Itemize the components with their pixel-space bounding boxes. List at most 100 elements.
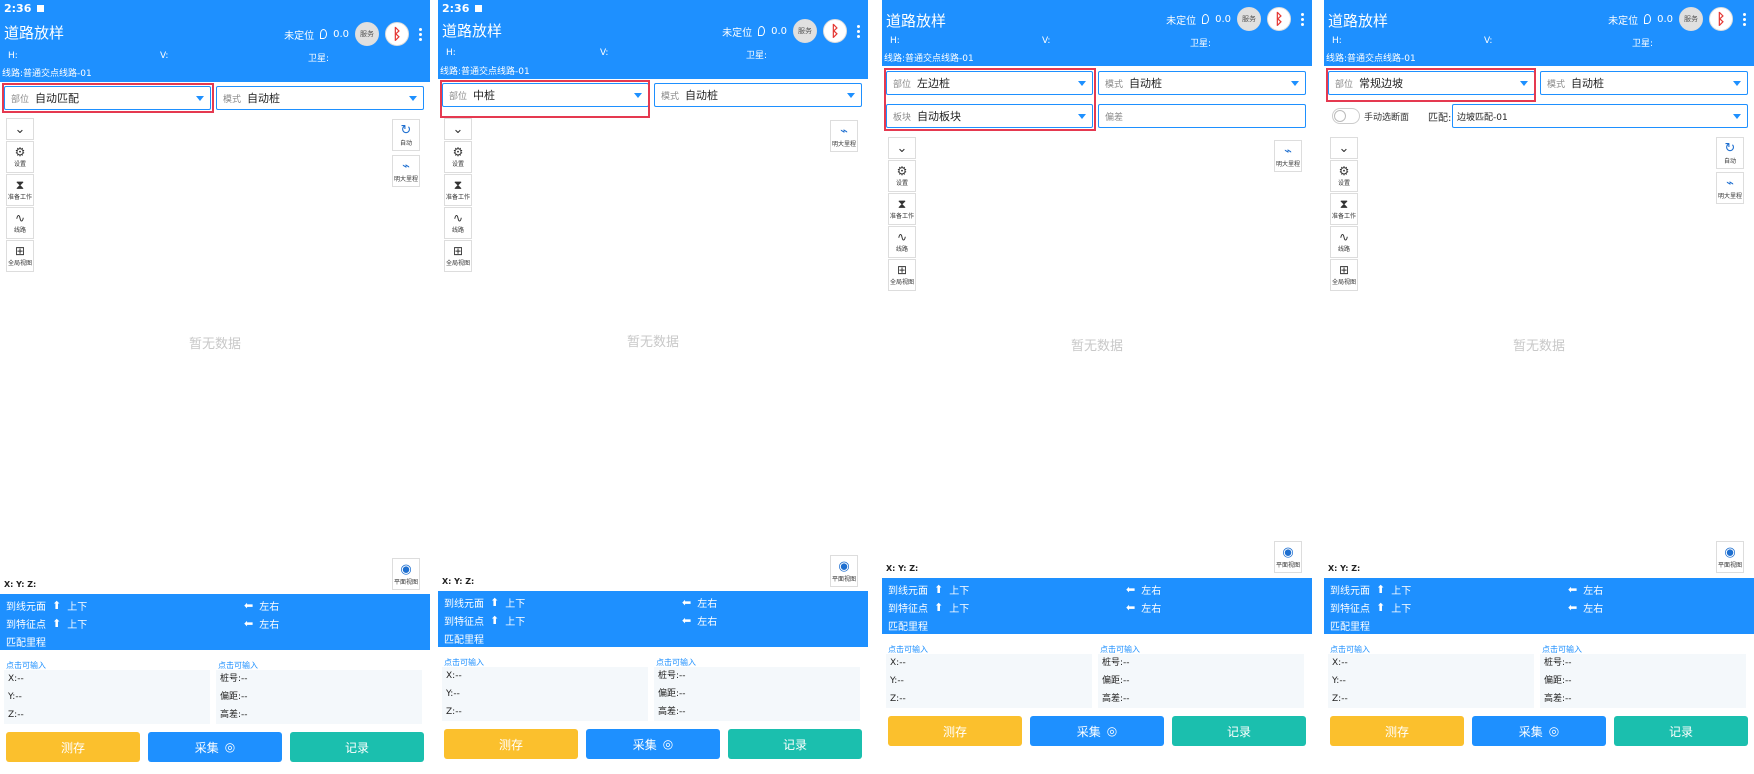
coord-input-box[interactable]: X:-- Y:-- Z:-- <box>4 670 210 724</box>
prep-label: 准备工作 <box>445 194 470 201</box>
mileage-button[interactable]: ⌁ 明大里程 <box>830 120 858 152</box>
mileage-button[interactable]: ⌁ 明大里程 <box>1716 172 1744 204</box>
gnss-service-button[interactable]: 服务 <box>355 22 379 46</box>
bluetooth-icon[interactable]: ᛒ <box>823 19 847 43</box>
collect-label: 采集 <box>632 737 657 752</box>
more-menu-icon[interactable] <box>1301 12 1304 26</box>
station-input-box[interactable]: 桩号:-- 偏距:-- 高差:-- <box>654 667 860 721</box>
more-menu-icon[interactable] <box>419 27 422 41</box>
target-icon: ◎ <box>224 740 236 754</box>
station-input-box[interactable]: 桩号:-- 偏距:-- 高差:-- <box>216 670 422 724</box>
more-menu-icon[interactable] <box>857 24 860 38</box>
bluetooth-icon[interactable]: ᛒ <box>1267 7 1291 31</box>
settings-button[interactable]: ⚙ 设置 <box>888 160 916 192</box>
gnss-label: 服务 <box>798 27 812 35</box>
bluetooth-icon[interactable]: ᛒ <box>1709 7 1733 31</box>
auto-button[interactable]: ↻ 自动 <box>1716 137 1744 169</box>
mileage-button[interactable]: ⌁ 明大里程 <box>392 155 420 187</box>
coord-input-box[interactable]: X:-- Y:-- Z:-- <box>1328 654 1534 708</box>
xyz-readout: X: Y: Z: <box>886 564 919 573</box>
record-button[interactable]: 记录 <box>1614 716 1748 746</box>
fullview-button[interactable]: ⊞ 全局视图 <box>1330 259 1358 291</box>
measure-save-button[interactable]: 测存 <box>888 716 1022 746</box>
settings-button[interactable]: ⚙ 设置 <box>6 141 34 173</box>
collapse-toolbar-button[interactable]: ⌄ <box>444 118 472 140</box>
collapse-toolbar-button[interactable]: ⌄ <box>1330 137 1358 159</box>
route-button[interactable]: ∿ 线路 <box>6 207 34 239</box>
match-select[interactable]: 边坡匹配-01 <box>1452 104 1748 128</box>
plan-view-button[interactable]: ◉ 平面视图 <box>1716 541 1744 573</box>
fullview-label: 全局视图 <box>889 279 914 286</box>
manual-section-toggle[interactable] <box>1332 108 1360 124</box>
x-value: X:-- <box>890 658 906 668</box>
chevron-down-icon <box>1291 80 1299 86</box>
highlight-box <box>884 68 1096 131</box>
measure-save-button[interactable]: 测存 <box>1330 716 1464 746</box>
satellite-icon: ⌁ <box>840 123 848 139</box>
gnss-service-button[interactable]: 服务 <box>1237 7 1261 31</box>
fullview-button[interactable]: ⊞ 全局视图 <box>888 259 916 291</box>
collect-button[interactable]: 采集 ◎ <box>1472 716 1606 746</box>
collect-button[interactable]: 采集 ◎ <box>148 732 282 762</box>
v-readout: V: <box>1042 36 1051 46</box>
leftright-label: 左右 <box>259 602 280 613</box>
prep-button[interactable]: ⧗ 准备工作 <box>444 174 472 206</box>
gnss-service-button[interactable]: 服务 <box>1679 7 1703 31</box>
station-input-box[interactable]: 桩号:-- 偏距:-- 高差:-- <box>1098 654 1304 708</box>
measure-save-button[interactable]: 测存 <box>6 732 140 762</box>
page-title: 道路放样 <box>886 12 947 30</box>
side-toolbar: ⌄ ⚙ 设置 ⧗ 准备工作 ∿ 线路 ⊞ 全局视图 <box>1330 137 1358 292</box>
plan-view-button[interactable]: ◉ 平面视图 <box>830 555 858 587</box>
coord-input-box[interactable]: X:-- Y:-- Z:-- <box>442 667 648 721</box>
coord-input-box[interactable]: X:-- Y:-- Z:-- <box>886 654 1092 708</box>
plan-view-button[interactable]: ◉ 平面视图 <box>392 558 420 590</box>
station-input-box[interactable]: 桩号:-- 偏距:-- 高差:-- <box>1540 654 1746 708</box>
measure-save-label: 测存 <box>1384 724 1409 739</box>
station-value: 桩号:-- <box>220 674 248 684</box>
plan-view-button[interactable]: ◉ 平面视图 <box>1274 541 1302 573</box>
mode-select[interactable]: 模式 自动桩 <box>654 83 862 107</box>
more-menu-icon[interactable] <box>1743 12 1746 26</box>
mileage-button[interactable]: ⌁ 明大里程 <box>1274 140 1302 172</box>
locate-status: 未定位 <box>284 30 315 42</box>
collect-button[interactable]: 采集 ◎ <box>586 729 720 759</box>
route-button[interactable]: ∿ 线路 <box>1330 226 1358 258</box>
record-button[interactable]: 记录 <box>728 729 862 759</box>
mode-select[interactable]: 模式 自动桩 <box>216 86 424 110</box>
xyz-readout: X: Y: Z: <box>442 577 475 586</box>
offset-input[interactable]: 偏差 <box>1098 104 1306 128</box>
arrow-left-icon: ⬅ <box>1568 601 1578 614</box>
prep-button[interactable]: ⧗ 准备工作 <box>888 193 916 225</box>
to-element-label: 到线元面 <box>1330 586 1370 597</box>
status-bar: 2:36 <box>442 2 483 15</box>
fullview-button[interactable]: ⊞ 全局视图 <box>6 240 34 272</box>
bluetooth-icon[interactable]: ᛒ <box>385 22 409 46</box>
gnss-label: 服务 <box>360 30 374 38</box>
collect-label: 采集 <box>1518 724 1543 739</box>
record-button[interactable]: 记录 <box>1172 716 1306 746</box>
collapse-toolbar-button[interactable]: ⌄ <box>888 137 916 159</box>
settings-button[interactable]: ⚙ 设置 <box>444 141 472 173</box>
collapse-toolbar-button[interactable]: ⌄ <box>6 118 34 140</box>
route-button[interactable]: ∿ 线路 <box>888 226 916 258</box>
match-mileage-label: 匹配里程 <box>1330 622 1370 633</box>
line-name: 线路:普通交点线路-01 <box>440 67 530 77</box>
mode-select[interactable]: 模式 自动桩 <box>1098 71 1306 95</box>
satellite-readout: 卫星: <box>1632 39 1654 49</box>
prep-button[interactable]: ⧗ 准备工作 <box>1330 193 1358 225</box>
highlight-box <box>440 80 650 118</box>
satellite-icon: ⌁ <box>402 158 410 174</box>
route-button[interactable]: ∿ 线路 <box>444 207 472 239</box>
auto-button[interactable]: ↻ 自动 <box>392 119 420 151</box>
settings-button[interactable]: ⚙ 设置 <box>1330 160 1358 192</box>
record-button[interactable]: 记录 <box>290 732 424 762</box>
mode-select[interactable]: 模式 自动桩 <box>1540 71 1748 95</box>
side-toolbar: ⌄ ⚙ 设置 ⧗ 准备工作 ∿ 线路 ⊞ 全局视图 <box>6 118 34 273</box>
prep-button[interactable]: ⧗ 准备工作 <box>6 174 34 206</box>
collect-button[interactable]: 采集 ◎ <box>1030 716 1164 746</box>
fullview-label: 全局视图 <box>1331 279 1356 286</box>
fullview-button[interactable]: ⊞ 全局视图 <box>444 240 472 272</box>
gnss-service-button[interactable]: 服务 <box>793 19 817 43</box>
line-name: 线路:普通交点线路-01 <box>1326 54 1416 64</box>
measure-save-button[interactable]: 测存 <box>444 729 578 759</box>
